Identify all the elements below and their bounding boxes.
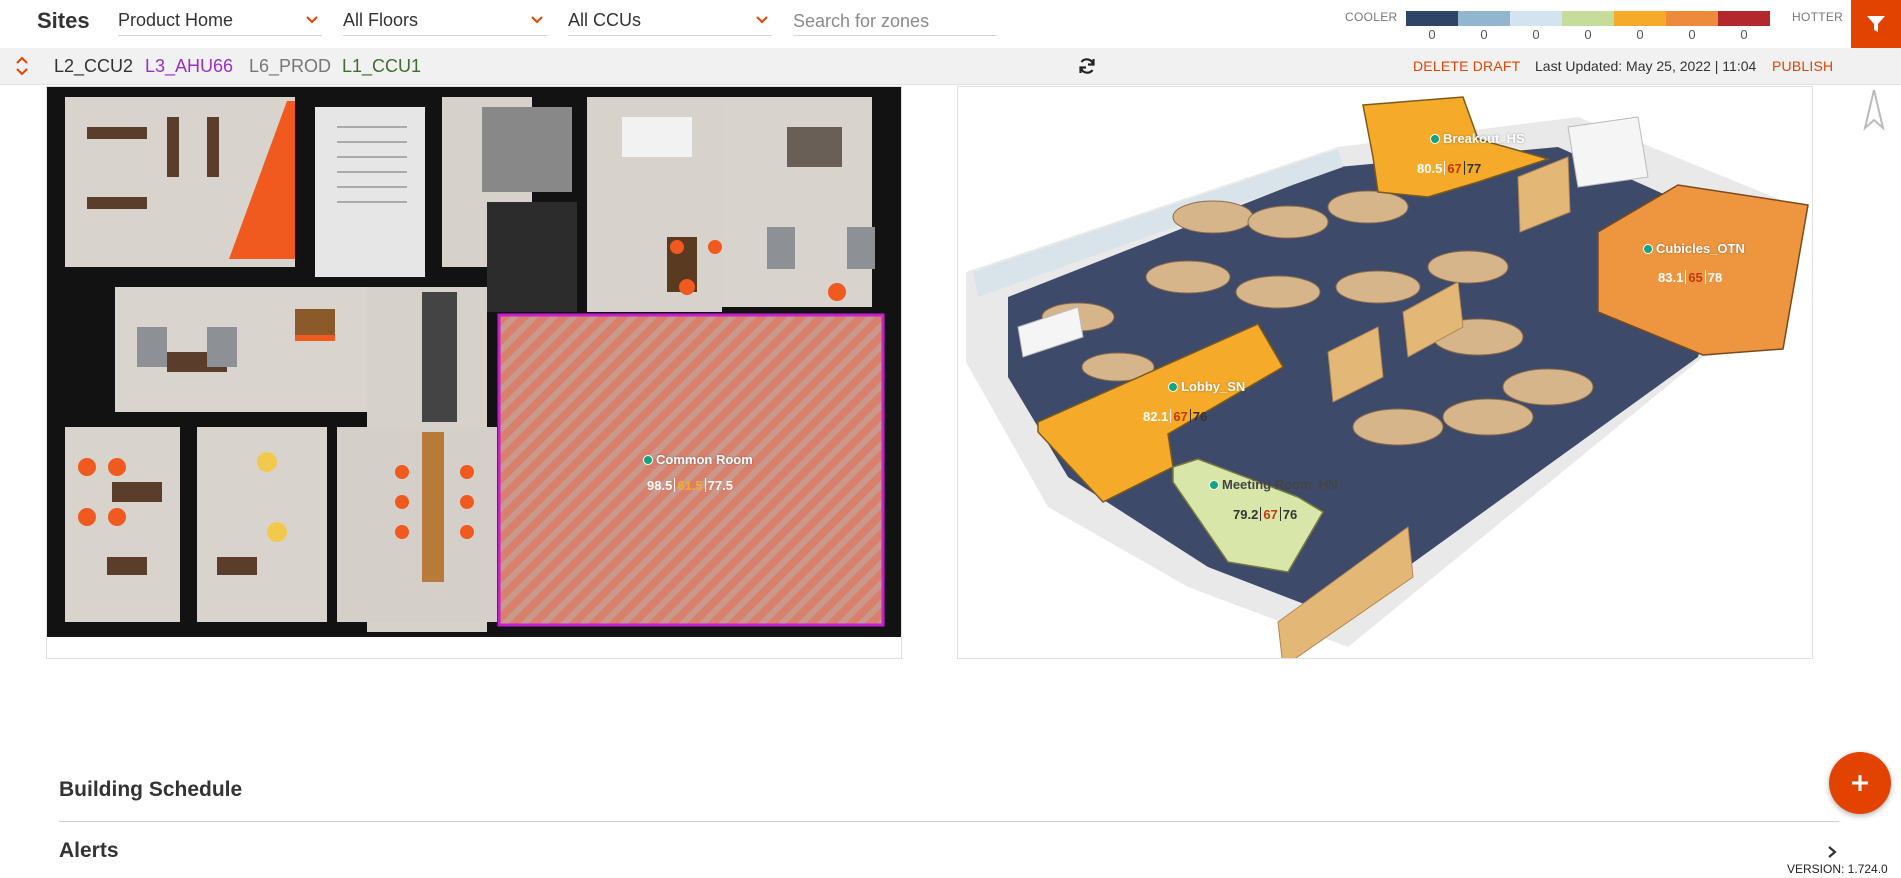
zone-name: Cubicles_OTN (1656, 241, 1745, 256)
floor-tab-l6-prod[interactable]: L6_PROD (249, 56, 331, 77)
filter-icon (1867, 16, 1885, 32)
chevron-down-icon (756, 16, 768, 24)
value-separator (1685, 270, 1687, 284)
zone-label-cubicles-otn[interactable]: Cubicles_OTN (1643, 241, 1745, 256)
zone-status-dot (1168, 382, 1178, 392)
zone-status-dot (1430, 134, 1440, 144)
north-arrow-icon (1863, 89, 1885, 131)
building-schedule-title: Building Schedule (59, 778, 243, 801)
zone-heating-setpoint: 78 (1707, 270, 1723, 285)
zone-values-cubicles-otn: 83.1 65 78 (1658, 270, 1722, 285)
site-select[interactable]: Product Home (118, 8, 322, 36)
scale-count: 0 (1428, 27, 1436, 42)
filter-button[interactable] (1851, 0, 1901, 48)
scale-segment (1666, 11, 1718, 26)
zone-values-common-room: 98.5 61.5 77.5 (647, 478, 733, 493)
page-title: Sites (37, 8, 90, 33)
zone-current-temp: 82.1 (1143, 409, 1169, 424)
last-updated-text: Last Updated: May 25, 2022 | 11:04 (1535, 58, 1757, 74)
refresh-icon[interactable] (1077, 56, 1097, 76)
floor-tab-l2-ccu2[interactable]: L2_CCU2 (54, 56, 133, 77)
scale-count: 0 (1480, 27, 1488, 42)
zone-values-breakout-hs: 80.5 67 77 (1417, 161, 1481, 176)
value-separator (704, 478, 706, 492)
zone-status-dot (1209, 480, 1219, 490)
scale-segment (1510, 11, 1562, 26)
chevron-down-icon (306, 16, 318, 24)
zone-values-meeting-room-hn: 79.2 67 76 (1233, 507, 1297, 522)
building-schedule-section[interactable]: Building Schedule (59, 766, 1839, 816)
zone-cooling-setpoint: 67 (1447, 161, 1462, 176)
cooler-label: COOLER (1345, 10, 1398, 24)
scale-segment (1406, 11, 1458, 26)
zone-current-temp: 98.5 (647, 478, 673, 493)
value-separator (1170, 409, 1172, 423)
section-divider (59, 821, 1839, 822)
zone-status-dot (643, 455, 653, 465)
sort-icon[interactable] (14, 54, 30, 78)
ccu-select[interactable]: All CCUs (568, 8, 772, 36)
zone-label-lobby-sn[interactable]: Lobby_SN (1168, 379, 1245, 394)
top-bar: Sites Product Home All Floors All CCUs C… (0, 0, 1901, 48)
zone-values-lobby-sn: 82.1 67 76 (1143, 409, 1207, 424)
zone-name: Breakout_HS (1443, 131, 1525, 146)
zone-label-meeting-room-hn[interactable]: Meeting Room_HN (1209, 477, 1338, 492)
floor-plan-right: Breakout_HS 80.5 67 77 Cubicles_OTN 83.1 65… (957, 86, 1813, 659)
ccu-select-value: All CCUs (568, 10, 642, 30)
zone-heating-setpoint: 76 (1192, 409, 1208, 424)
scale-segment (1614, 11, 1666, 26)
plus-icon (1852, 775, 1868, 791)
zone-current-temp: 83.1 (1658, 270, 1684, 285)
alerts-title: Alerts (59, 839, 119, 862)
alerts-section[interactable]: Alerts (59, 827, 1839, 877)
scale-count: 0 (1740, 27, 1748, 42)
value-separator (1444, 161, 1446, 175)
floor-select-value: All Floors (343, 10, 419, 30)
scale-count: 0 (1584, 27, 1592, 42)
value-separator (1704, 270, 1706, 284)
zone-current-temp: 80.5 (1417, 161, 1443, 176)
publish-button[interactable]: PUBLISH (1772, 58, 1833, 74)
zone-heating-setpoint: 77 (1466, 161, 1482, 176)
scale-segment (1562, 11, 1614, 26)
site-select-value: Product Home (118, 10, 234, 30)
zone-cooling-setpoint: 61.5 (677, 478, 703, 493)
zone-heating-setpoint: 76 (1282, 507, 1298, 522)
delete-draft-button[interactable]: DELETE DRAFT (1413, 58, 1520, 74)
scale-count: 0 (1532, 27, 1540, 42)
floor-plan-left-drawing (47, 87, 901, 637)
value-separator (674, 478, 676, 492)
zone-cooling-setpoint: 67 (1263, 507, 1278, 522)
zone-search-input[interactable] (793, 8, 997, 36)
value-separator (1279, 507, 1281, 521)
floor-tab-l3-ahu66[interactable]: L3_AHU66 (145, 56, 233, 77)
zone-cooling-setpoint: 65 (1688, 270, 1703, 285)
floor-toolbar: L2_CCU2 L3_AHU66 L6_PROD L1_CCU1 DELETE … (0, 48, 1901, 85)
scale-count: 0 (1688, 27, 1696, 42)
zone-cooling-setpoint: 67 (1173, 409, 1188, 424)
version-text: VERSION: 1.724.0 (1787, 862, 1888, 876)
zone-name: Common Room (656, 452, 753, 467)
add-button[interactable] (1829, 752, 1891, 814)
zone-name: Lobby_SN (1181, 379, 1246, 394)
chevron-right-icon (1828, 846, 1837, 858)
value-separator (1463, 161, 1465, 175)
zone-label-common-room[interactable]: Common Room (643, 452, 753, 467)
floor-plan-left: Common Room 98.5 61.5 77.5 (46, 86, 902, 659)
zone-status-dot (1643, 244, 1653, 254)
floor-plan-right-drawing (966, 96, 1809, 658)
scale-count: 0 (1636, 27, 1644, 42)
zone-heating-setpoint: 77.5 (707, 478, 733, 493)
scale-segment (1718, 11, 1770, 26)
value-separator (1260, 507, 1262, 521)
zone-name: Meeting Room_HN (1222, 477, 1338, 492)
value-separator (1189, 409, 1191, 423)
zone-current-temp: 79.2 (1233, 507, 1259, 522)
chevron-down-icon (531, 16, 543, 24)
hotter-label: HOTTER (1792, 10, 1844, 24)
floor-select[interactable]: All Floors (343, 8, 547, 36)
zone-label-breakout-hs[interactable]: Breakout_HS (1430, 131, 1525, 146)
scale-segment (1458, 11, 1510, 26)
floor-tab-l1-ccu1[interactable]: L1_CCU1 (342, 56, 421, 77)
